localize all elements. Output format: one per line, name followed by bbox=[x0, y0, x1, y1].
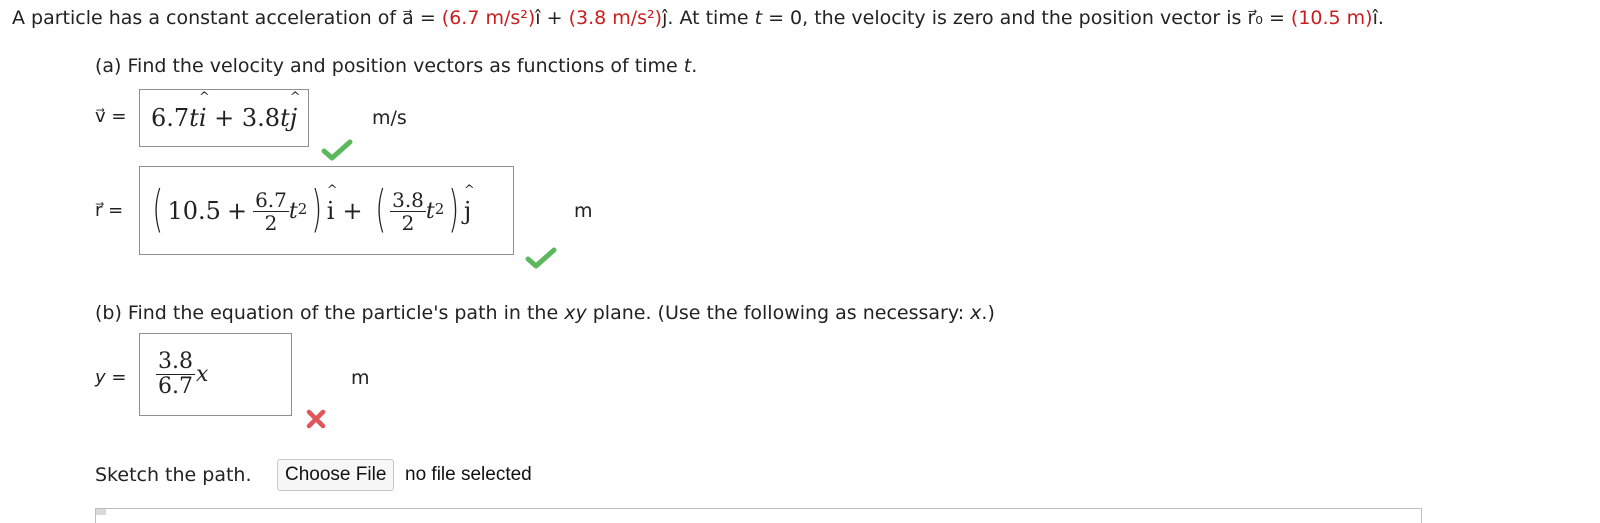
equals-sign-2: = bbox=[1262, 7, 1291, 29]
velocity-i-hat: i bbox=[199, 90, 207, 132]
acceleration-x-value: (6.7 m/s²) bbox=[441, 7, 536, 29]
initial-position-symbol: r⃗₀ bbox=[1247, 7, 1263, 29]
problem-statement: A particle has a constant acceleration o… bbox=[12, 7, 1384, 29]
path-label-text: y = bbox=[95, 367, 127, 388]
x-mark-icon bbox=[305, 408, 327, 434]
position-t1: t bbox=[288, 198, 298, 224]
position-x-denominator: 2 bbox=[264, 210, 278, 235]
position-y-numerator: 3.8 bbox=[390, 187, 426, 212]
part-b-xy-variable: xy bbox=[564, 302, 587, 324]
choose-file-button[interactable]: Choose File bbox=[277, 459, 395, 491]
position-unit: m bbox=[574, 200, 593, 222]
position-open-paren-2: ( bbox=[374, 180, 386, 238]
part-b-text: (b) Find the equation of the particle's … bbox=[95, 302, 565, 324]
acceleration-y-value: (3.8 m/s²) bbox=[568, 7, 663, 29]
velocity-label: v⃗ = bbox=[95, 106, 127, 127]
path-denominator: 6.7 bbox=[158, 373, 193, 399]
position-i-hat: i bbox=[327, 183, 335, 225]
equals-sign: = bbox=[413, 7, 442, 29]
part-a-period: . bbox=[691, 55, 698, 77]
intro-text-1: A particle has a constant acceleration o… bbox=[12, 7, 403, 29]
position-open-paren-1: ( bbox=[152, 180, 164, 238]
path-fraction: 3.8 6.7 bbox=[156, 348, 195, 399]
position-j-hat: j bbox=[464, 183, 472, 225]
velocity-expression: 6.7ti + 3.8tj bbox=[151, 90, 298, 132]
part-b-prompt: (b) Find the equation of the particle's … bbox=[95, 302, 995, 324]
acceleration-symbol: a⃗ bbox=[402, 7, 414, 29]
path-answer-box[interactable]: 3.8 6.7 x bbox=[139, 333, 292, 416]
velocity-x-coefficient: 6.7 bbox=[151, 104, 190, 132]
path-x-variable: x bbox=[196, 361, 209, 387]
position-exp-2: 2 bbox=[434, 200, 445, 218]
path-label: y = bbox=[95, 367, 126, 388]
time-variable: t bbox=[754, 7, 763, 29]
part-b-x-variable: x bbox=[970, 302, 982, 324]
part-a-text: (a) Find the velocity and position vecto… bbox=[95, 55, 684, 77]
path-numerator: 3.8 bbox=[156, 348, 195, 375]
position-close-paren-1: ) bbox=[311, 180, 323, 238]
velocity-answer-box[interactable]: 6.7ti + 3.8tj bbox=[139, 89, 309, 147]
i-hat-symbol-2: î. bbox=[1372, 7, 1384, 29]
position-plus-1: + bbox=[226, 197, 248, 225]
position-close-paren-2: ) bbox=[448, 180, 460, 238]
position-y-fraction: 3.8 2 bbox=[390, 190, 426, 233]
velocity-unit: m/s bbox=[372, 107, 407, 129]
sketch-canvas-panel[interactable] bbox=[95, 508, 1422, 523]
position-answer-box[interactable]: ( 10.5 + 6.7 2 t2 ) i + ( 3.8 2 t2 ) j bbox=[139, 166, 514, 255]
part-b-text-3: .) bbox=[981, 302, 995, 324]
velocity-plus: + bbox=[214, 104, 235, 132]
position-x-numerator: 6.7 bbox=[253, 187, 289, 212]
path-expression: 3.8 6.7 x bbox=[156, 346, 208, 402]
velocity-j-hat: j bbox=[290, 90, 298, 132]
velocity-t1: t bbox=[189, 104, 199, 132]
part-a-prompt: (a) Find the velocity and position vecto… bbox=[95, 55, 697, 77]
position-plus-2: + bbox=[342, 197, 363, 225]
initial-position-value: (10.5 m) bbox=[1290, 7, 1373, 29]
path-unit: m bbox=[351, 367, 370, 389]
position-x-constant: 10.5 bbox=[167, 197, 221, 225]
position-y-denominator: 2 bbox=[401, 210, 415, 235]
velocity-y-coefficient: 3.8 bbox=[241, 104, 281, 132]
intro-text-2: . At time bbox=[667, 7, 755, 29]
part-b-text-2: plane. (Use the following as necessary: bbox=[586, 302, 971, 324]
position-expression: ( 10.5 + 6.7 2 t2 ) i + ( 3.8 2 t2 ) j bbox=[148, 175, 471, 247]
check-icon bbox=[525, 247, 557, 273]
check-icon bbox=[321, 139, 353, 165]
file-status: no file selected bbox=[405, 464, 532, 485]
plus-sign: + bbox=[540, 7, 569, 29]
position-x-fraction: 6.7 2 bbox=[253, 190, 289, 233]
position-t2: t bbox=[425, 198, 435, 224]
velocity-t2: t bbox=[280, 104, 290, 132]
sketch-label: Sketch the path. bbox=[95, 464, 252, 486]
position-exp-1: 2 bbox=[297, 200, 308, 218]
intro-text-3: = 0, the velocity is zero and the positi… bbox=[762, 7, 1248, 29]
position-label: r⃗ = bbox=[95, 200, 124, 221]
